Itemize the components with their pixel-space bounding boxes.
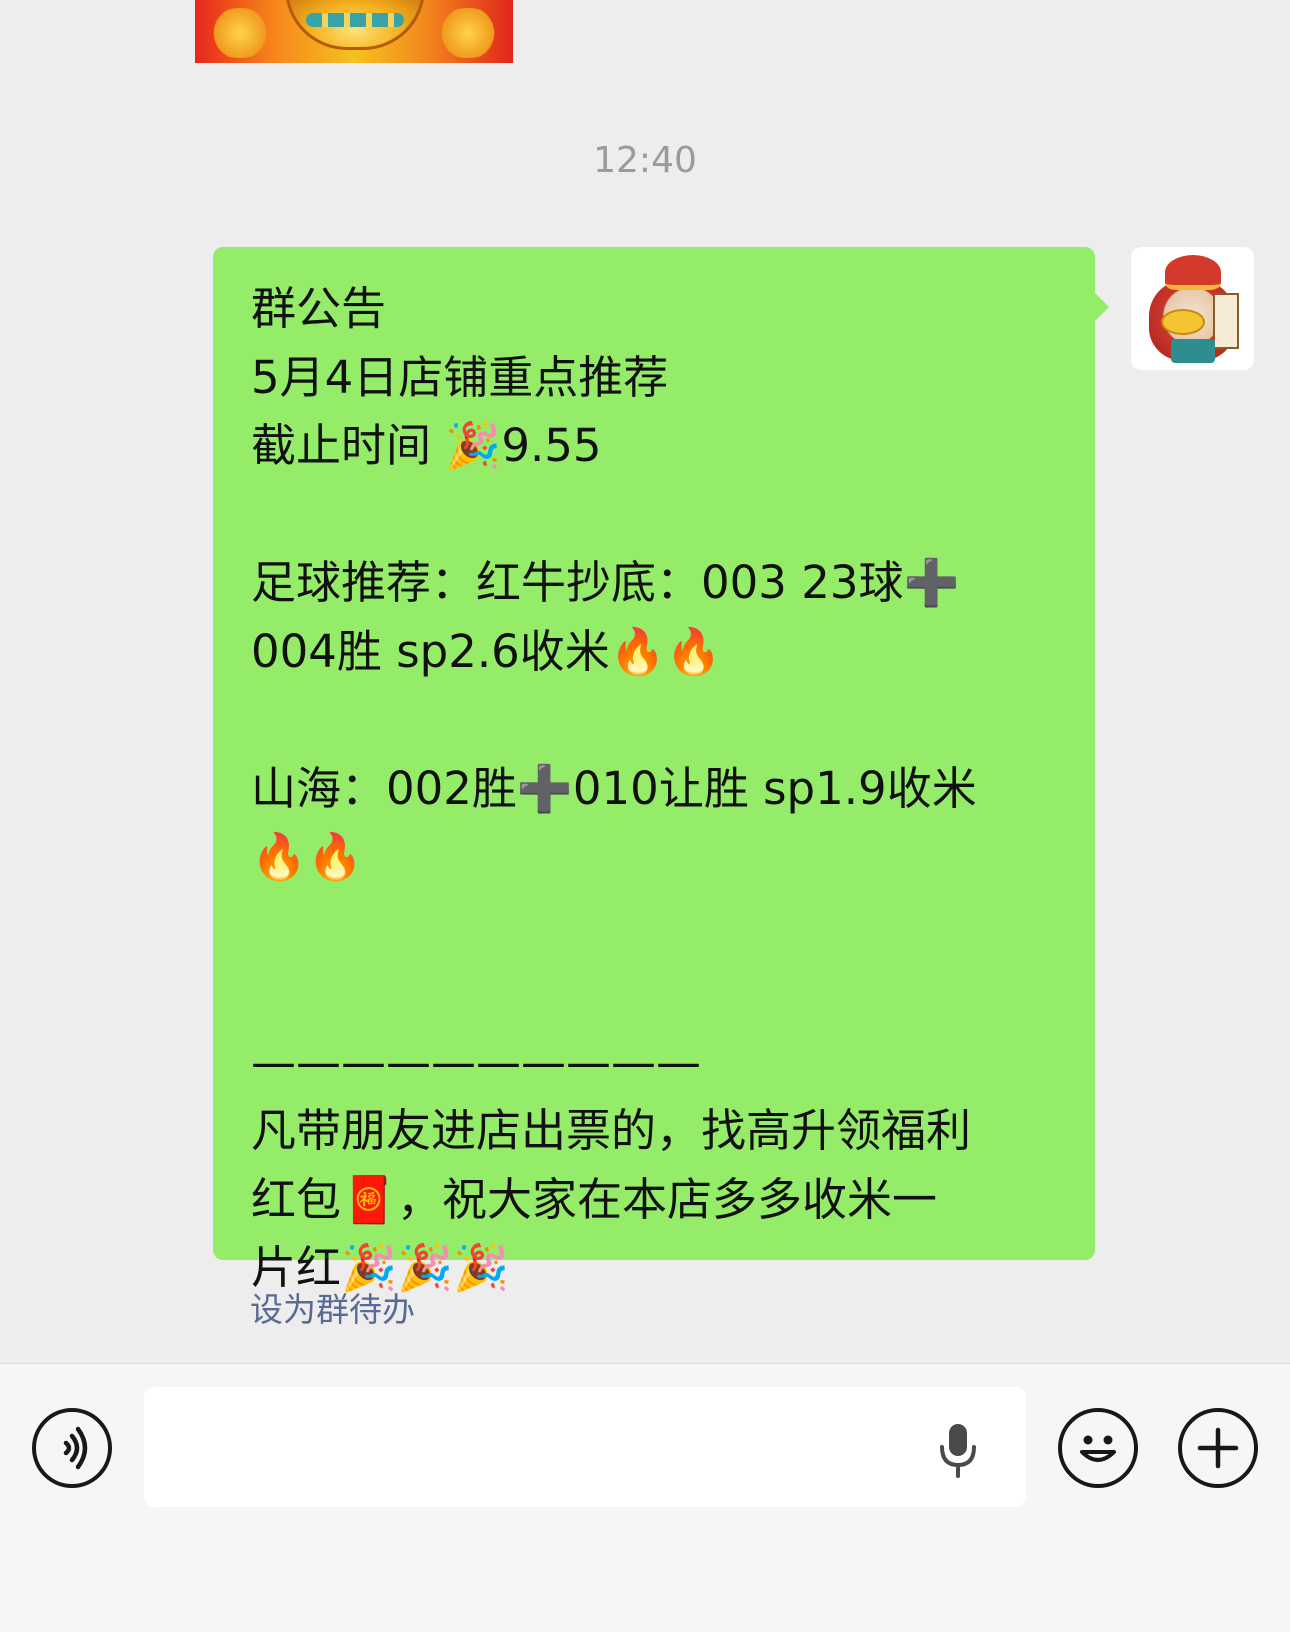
chat-input-bar xyxy=(0,1363,1290,1632)
set-group-todo-link[interactable]: 设为群待办 xyxy=(250,1283,415,1331)
decoration-left xyxy=(205,8,275,58)
treasure-bowl-image xyxy=(285,0,425,50)
previous-image-message[interactable] xyxy=(195,0,513,63)
scroll-icon xyxy=(1213,293,1239,349)
avatar-base xyxy=(1171,339,1215,363)
voice-icon[interactable] xyxy=(32,1408,112,1488)
emoji-icon[interactable] xyxy=(1058,1408,1138,1488)
microphone-icon[interactable] xyxy=(934,1421,982,1481)
decoration-right xyxy=(433,8,503,58)
gold-ingot-icon xyxy=(1161,309,1205,335)
message-input[interactable] xyxy=(144,1387,1026,1507)
announcement-text: 群公告 5月4日店铺重点推荐 截止时间 🎉9.55 足球推荐：红牛抄底：003 … xyxy=(251,282,977,1294)
group-announcement-bubble[interactable]: 群公告 5月4日店铺重点推荐 截止时间 🎉9.55 足球推荐：红牛抄底：003 … xyxy=(213,247,1109,1294)
sender-avatar[interactable] xyxy=(1131,247,1254,370)
avatar-hat xyxy=(1165,255,1221,290)
plus-icon[interactable] xyxy=(1178,1408,1258,1488)
message-timestamp: 12:40 xyxy=(593,140,697,181)
